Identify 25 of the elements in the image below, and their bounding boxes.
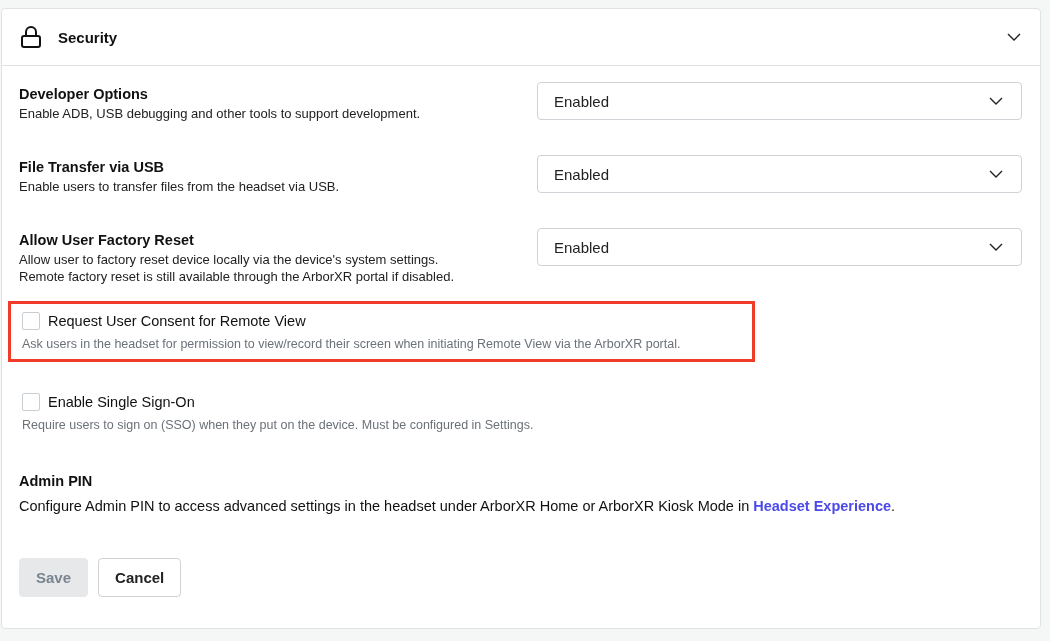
setting-description: Ask users in the headset for permission to view/record their screen when initiating Remote View via the ArborXR portal. [22, 337, 682, 351]
checkbox-label: Enable Single Sign-On [48, 394, 195, 410]
section-title: Security [58, 28, 118, 46]
setting-title: Admin PIN [19, 473, 94, 489]
chevron-icon[interactable] [1007, 33, 1021, 41]
cancel-button[interactable]: Cancel [98, 558, 182, 597]
headset-experience-link[interactable]: Headset Experience [753, 498, 892, 514]
setting-title: File Transfer via USB [19, 159, 166, 175]
setting-title: Developer Options [19, 86, 149, 102]
checkbox[interactable] [22, 312, 40, 330]
setting-description: Enable users to transfer files from the headset via USB. [19, 178, 340, 195]
setting-description: Require users to sign on (SSO) when they put on the device. Must be configured in Settings. [22, 418, 535, 432]
select-field[interactable]: Enabled [537, 228, 1022, 266]
chevron-icon [989, 97, 1003, 105]
setting-description: Configure Admin PIN to access advanced settings in the headset under ArborXR Home or ArborXR Kiosk Mode in Headset Experience. [19, 498, 897, 514]
lock-icon [20, 25, 42, 49]
checkbox[interactable] [22, 393, 40, 411]
chevron-icon [989, 243, 1003, 251]
checkbox-label: Request User Consent for Remote View [48, 313, 306, 329]
select-field[interactable]: Enabled [537, 82, 1022, 120]
setting-description: Enable ADB, USB debugging and other tools to support development. [19, 105, 421, 122]
setting-description: Allow user to factory reset device locally via the device's system settings. Remote factory reset is still available through the ArborXR portal if disabled. [19, 251, 454, 285]
setting-title: Allow User Factory Reset [19, 232, 195, 248]
chevron-icon [989, 170, 1003, 178]
select-field[interactable]: Enabled [537, 155, 1022, 193]
